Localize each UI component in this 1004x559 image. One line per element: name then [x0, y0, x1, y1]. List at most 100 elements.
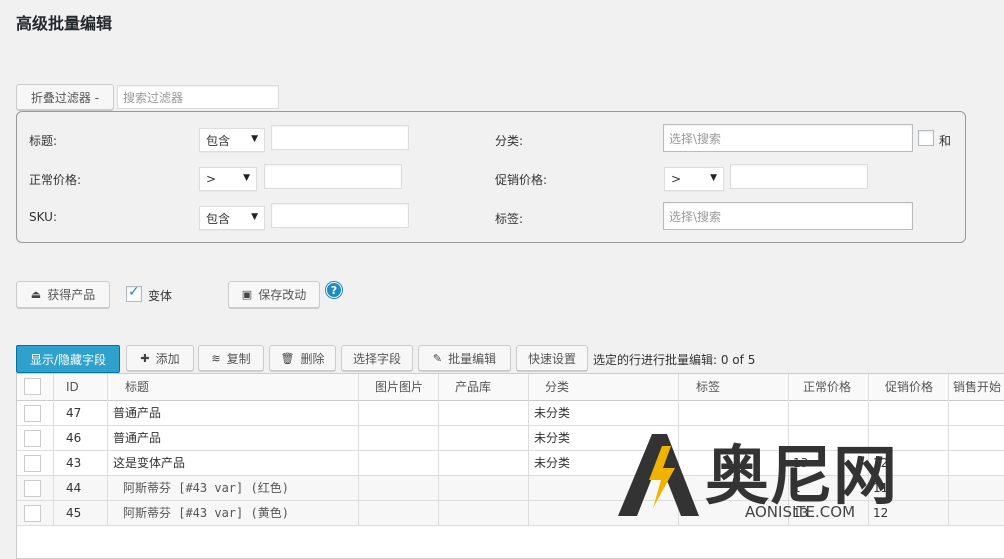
column-header-regular-price[interactable]: 正常价格 [789, 374, 869, 401]
edit-icon: ✎ [432, 351, 443, 365]
title-filter-input[interactable] [271, 125, 409, 150]
cell-empty[interactable] [679, 476, 789, 501]
title-operator-select[interactable]: 包含 ▼ [199, 128, 265, 152]
delete-button[interactable]: 🗑 删除 [269, 345, 336, 371]
column-header-stock[interactable]: 产品库 [439, 374, 529, 401]
cell-empty[interactable] [439, 501, 529, 526]
table-header: ID 标题 图片图片 产品库 分类 标签 正常价格 促销价格 销售开始 [17, 374, 1004, 401]
cell-category[interactable]: 未分类 [529, 401, 679, 426]
add-button[interactable]: ✚ 添加 [126, 345, 194, 371]
cell-empty[interactable] [439, 426, 529, 451]
help-icon[interactable]: ? [326, 282, 342, 298]
cell-empty[interactable] [359, 476, 439, 501]
filter-search-input[interactable]: 搜索过滤器 [117, 85, 279, 109]
table-row[interactable]: 44 阿斯蒂芬 [#43 var] (红色) 1 11 [17, 476, 1004, 501]
save-changes-button[interactable]: ▣ 保存改动 [228, 281, 320, 308]
cell-id[interactable]: 45 [54, 501, 108, 526]
cell-id[interactable]: 47 [54, 401, 108, 426]
cell-empty[interactable] [949, 476, 1004, 501]
column-header-title[interactable]: 标题 [108, 374, 359, 401]
column-header-image[interactable]: 图片图片 [359, 374, 439, 401]
row-select-cell[interactable] [17, 401, 54, 426]
cell-id[interactable]: 43 [54, 451, 108, 476]
cell-category[interactable] [529, 476, 679, 501]
cell-category[interactable]: 未分类 [529, 451, 679, 476]
get-products-button[interactable]: ⏏ 获得产品 [16, 281, 110, 308]
cell-empty[interactable] [359, 401, 439, 426]
cell-empty[interactable] [949, 426, 1004, 451]
cell-empty[interactable] [949, 501, 1004, 526]
cell-title[interactable]: 普通产品 [108, 401, 359, 426]
select-all-checkbox[interactable] [24, 378, 41, 395]
sku-operator-select[interactable]: 包含 ▼ [199, 206, 265, 230]
cell-category[interactable]: 未分类 [529, 426, 679, 451]
quick-settings-button[interactable]: 快速设置 [516, 345, 588, 371]
row-select-cell[interactable] [17, 476, 54, 501]
row-checkbox[interactable] [24, 455, 41, 472]
sale-price-operator-select[interactable]: > ▼ [664, 167, 724, 191]
cell-title[interactable]: 阿斯蒂芬 [#43 var] (黄色) [108, 501, 359, 526]
category-and-checkbox[interactable] [918, 130, 934, 146]
get-products-label: 获得产品 [47, 288, 96, 302]
cell-title[interactable]: 阿斯蒂芬 [#43 var] (红色) [108, 476, 359, 501]
cell-title[interactable]: 这是变体产品 [108, 451, 359, 476]
cell-id[interactable]: 46 [54, 426, 108, 451]
cell-empty[interactable] [439, 476, 529, 501]
cell-empty[interactable] [679, 426, 789, 451]
table-row[interactable]: 46 普通产品 未分类 [17, 426, 1004, 451]
cell-regular[interactable] [789, 401, 869, 426]
cell-empty[interactable] [949, 451, 1004, 476]
cell-regular[interactable]: 13 [789, 451, 869, 476]
sale-price-filter-input[interactable] [730, 164, 868, 189]
row-checkbox[interactable] [24, 405, 41, 422]
column-header-sale-start[interactable]: 销售开始 [949, 374, 1004, 401]
collapse-filters-button[interactable]: 折叠过滤器 - [16, 84, 114, 110]
row-checkbox[interactable] [24, 480, 41, 497]
chevron-down-icon: ▼ [243, 173, 250, 183]
column-header-sale-price[interactable]: 促销价格 [869, 374, 949, 401]
row-checkbox[interactable] [24, 505, 41, 522]
row-checkbox[interactable] [24, 430, 41, 447]
cell-empty[interactable] [949, 401, 1004, 426]
bulk-edit-button[interactable]: ✎ 批量编辑 [418, 345, 511, 371]
cell-empty[interactable] [359, 451, 439, 476]
cell-sale[interactable]: 12 [869, 451, 949, 476]
table-row[interactable]: 43 这是变体产品 未分类 13 12 [17, 451, 1004, 476]
cell-empty[interactable] [679, 451, 789, 476]
cell-empty[interactable] [679, 501, 789, 526]
cell-empty[interactable] [439, 401, 529, 426]
cell-empty[interactable] [359, 501, 439, 526]
column-header-id[interactable]: ID [54, 374, 108, 401]
column-header-tags[interactable]: 标签 [679, 374, 789, 401]
category-filter-input[interactable]: 选择\搜索 [663, 124, 913, 152]
variations-checkbox[interactable]: ✓ [126, 284, 142, 302]
show-hide-fields-button[interactable]: 显示/隐藏字段 [16, 345, 120, 373]
cell-sale[interactable] [869, 426, 949, 451]
duplicate-button[interactable]: ≋ 复制 [198, 345, 264, 371]
cell-regular[interactable] [789, 426, 869, 451]
cell-empty[interactable] [679, 401, 789, 426]
show-hide-fields-label: 显示/隐藏字段 [29, 352, 107, 367]
row-select-cell[interactable] [17, 451, 54, 476]
cell-empty[interactable] [359, 426, 439, 451]
row-select-cell[interactable] [17, 501, 54, 526]
cell-title[interactable]: 普通产品 [108, 426, 359, 451]
cell-sale[interactable]: 11 [869, 476, 949, 501]
cell-regular[interactable]: 13 [789, 501, 869, 526]
sku-filter-input[interactable] [271, 203, 409, 228]
cell-sale[interactable]: 12 [869, 501, 949, 526]
cell-empty[interactable] [439, 451, 529, 476]
cell-id[interactable]: 44 [54, 476, 108, 501]
table-row[interactable]: 47 普通产品 未分类 [17, 401, 1004, 426]
tags-filter-input[interactable]: 选择\搜索 [663, 202, 913, 230]
regular-price-operator-select[interactable]: > ▼ [199, 167, 257, 191]
regular-price-filter-input[interactable] [264, 164, 402, 189]
trash-icon: 🗑 [280, 351, 295, 365]
cell-regular[interactable]: 1 [789, 476, 869, 501]
row-select-cell[interactable] [17, 426, 54, 451]
column-header-category[interactable]: 分类 [529, 374, 679, 401]
select-fields-button[interactable]: 选择字段 [341, 345, 413, 371]
cell-category[interactable] [529, 501, 679, 526]
table-row[interactable]: 45 阿斯蒂芬 [#43 var] (黄色) 13 12 [17, 501, 1004, 526]
cell-sale[interactable] [869, 401, 949, 426]
